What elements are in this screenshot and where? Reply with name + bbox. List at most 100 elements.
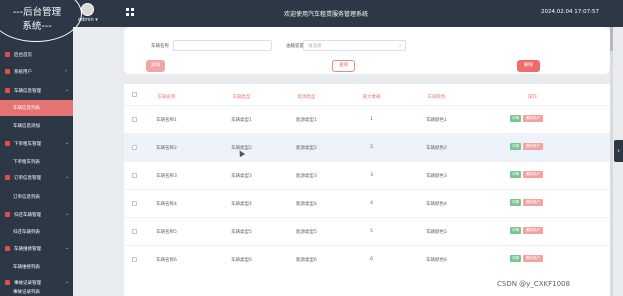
delete-button[interactable]: 删除: [517, 60, 540, 72]
sidebar-item-label: 车辆信息添加: [13, 124, 40, 129]
cell-vehicle-name: 车辆名称5: [156, 230, 177, 235]
cell-max-load: 3: [370, 173, 373, 178]
delete-row-button[interactable]: 删除用户: [523, 143, 543, 150]
sidebar-item-vehicle-info[interactable]: 车辆信息管理 ⌄: [0, 83, 73, 99]
brand-title: ---后台管理 系统---: [4, 6, 70, 34]
cell-vehicle-name: 车辆名称4: [156, 202, 177, 207]
detail-button[interactable]: 详情: [510, 115, 521, 122]
cell-vehicle-type: 车辆类型3: [231, 174, 252, 179]
sidebar-item-repair[interactable]: 车辆维修管理 ⌄: [0, 241, 73, 257]
rental-icon: [5, 141, 10, 146]
vehicle-name-input[interactable]: [173, 40, 272, 51]
user-icon: [5, 69, 10, 74]
alert-icon: [5, 280, 10, 285]
detail-button[interactable]: 详情: [510, 143, 521, 150]
vehicle-name-label: 车辆名称: [151, 44, 169, 49]
delete-row-button[interactable]: 删除用户: [523, 171, 543, 178]
sidebar-item-returns[interactable]: 归还车辆管理 ⌄: [0, 207, 73, 223]
cell-vehicle-color: 车辆颜色3: [426, 174, 447, 179]
cell-max-load: 5: [370, 229, 373, 234]
return-icon: [5, 212, 10, 217]
sidebar-item-label: 车辆信息列表: [13, 106, 40, 111]
detail-button[interactable]: 详情: [510, 255, 521, 262]
cell-energy-type: 能源类型2: [296, 146, 317, 151]
column-header: 最大乘载: [362, 95, 381, 100]
cell-max-load: 2: [370, 145, 373, 150]
sidebar-item-rental[interactable]: 下单租车管理 ⌄: [0, 136, 73, 152]
brand-logo: ---后台管理 系统---: [0, 0, 82, 42]
delete-row-button[interactable]: 删除用户: [523, 255, 543, 262]
fuel-capacity-placeholder: 请选择: [308, 44, 322, 49]
sidebar-item-label: 订单信息列表: [13, 195, 40, 200]
operation-column: 详情 删除用户 详情 删除用户 详情 删除用户 详情 删除用户 详情 删除用户 …: [495, 84, 567, 296]
column-header: 车辆类型: [232, 95, 251, 100]
delete-row-button[interactable]: 删除用户: [523, 227, 543, 234]
column-header: 车辆名称: [157, 95, 176, 100]
cell-vehicle-type: 车辆类型5: [231, 230, 252, 235]
cell-max-load: 4: [370, 201, 373, 206]
detail-button[interactable]: 详情: [510, 171, 521, 178]
sidebar-item-label: 车辆信息管理: [14, 89, 41, 94]
cell-energy-type: 能源类型6: [296, 258, 317, 263]
watermark: CSDN @y_CXKF1008: [497, 280, 570, 288]
cell-max-load: 1: [370, 117, 373, 122]
sidebar-item-order-list[interactable]: 订单信息列表: [0, 189, 73, 205]
chevron-down-icon: ⌄: [65, 140, 70, 146]
sidebar-item-label: 归还车辆管理: [14, 213, 41, 218]
chevron-right-icon[interactable]: ›: [614, 140, 623, 162]
cell-vehicle-type: 车辆类型6: [231, 258, 252, 263]
sidebar-item-label: 事故记录管理: [14, 281, 41, 286]
search-button[interactable]: 查询: [332, 60, 355, 72]
sidebar-item-vehicle-add[interactable]: 车辆信息添加: [0, 118, 73, 134]
detail-button[interactable]: 详情: [510, 227, 521, 234]
column-header: 车辆颜色: [427, 95, 446, 100]
sidebar-item-label: 后台首页: [14, 53, 32, 58]
sidebar-item-repair-list[interactable]: 车辆维修列表: [0, 259, 73, 275]
fuel-capacity-label: 油箱容量: [286, 44, 304, 49]
sidebar-item-home[interactable]: 后台首页: [0, 47, 73, 63]
cell-energy-type: 能源类型3: [296, 174, 317, 179]
sidebar-item-label: 下单租车列表: [13, 160, 40, 165]
sidebar: 后台首页 系统用户 › 车辆信息管理 ⌄ 车辆信息列表 车辆信息添加 下单租车管…: [0, 27, 73, 296]
fuel-capacity-select[interactable]: 请选择: [303, 40, 406, 51]
vehicle-table: 车辆名称 车辆类型 能源类型 最大乘载 车辆颜色 操作 车辆名称1 车辆类型1 …: [124, 84, 610, 296]
sidebar-item-label: 车辆维修管理: [14, 247, 41, 252]
sidebar-item-rental-list[interactable]: 下单租车列表: [0, 154, 73, 170]
cell-vehicle-type: 车辆类型4: [231, 202, 252, 207]
cell-vehicle-name: 车辆名称2: [156, 146, 177, 151]
cell-vehicle-color: 车辆颜色4: [426, 202, 447, 207]
delete-row-button[interactable]: 删除用户: [523, 115, 543, 122]
search-panel: 车辆名称 油箱容量 请选择 ⌄ 添加 查询 删除: [124, 27, 610, 74]
add-button[interactable]: 添加: [146, 60, 165, 72]
cell-vehicle-color: 车辆颜色6: [426, 258, 447, 263]
sidebar-item-return-list[interactable]: 归还车辆列表: [0, 224, 73, 240]
cell-energy-type: 能源类型4: [296, 202, 317, 207]
sidebar-item-orders[interactable]: 订单信息管理 ⌄: [0, 170, 73, 186]
sidebar-item-vehicle-list[interactable]: 车辆信息列表: [0, 100, 73, 116]
scrollbar[interactable]: [610, 27, 613, 296]
cell-vehicle-name: 车辆名称1: [156, 118, 177, 123]
avatar[interactable]: [81, 3, 94, 16]
datetime: 2024.02.04 17:07:57: [541, 9, 599, 15]
detail-button[interactable]: 详情: [510, 199, 521, 206]
cell-energy-type: 能源类型1: [296, 118, 317, 123]
delete-row-button[interactable]: 删除用户: [523, 199, 543, 206]
grid-menu-icon[interactable]: [126, 8, 134, 16]
brand-title-line1: ---后台管理: [12, 7, 62, 18]
column-header: 能源类型: [297, 95, 316, 100]
cell-vehicle-name: 车辆名称3: [156, 174, 177, 179]
sidebar-item-accident-list[interactable]: 事故记录列表: [0, 289, 73, 296]
sidebar-item-users[interactable]: 系统用户 ›: [0, 64, 73, 80]
cell-max-load: 6: [370, 257, 373, 262]
chevron-down-icon: ⌄: [65, 174, 70, 180]
chevron-down-icon: ⌄: [65, 245, 70, 251]
chevron-down-icon: ⌄: [398, 42, 403, 48]
chevron-right-icon: ›: [65, 68, 67, 74]
system-title: 欢迎使用汽车租赁服务管理系统: [284, 11, 369, 18]
sidebar-item-label: 事故记录列表: [13, 290, 40, 295]
top-bar: admin ▾ 欢迎使用汽车租赁服务管理系统 2024.02.04 17:07:…: [0, 0, 623, 27]
home-icon: [5, 52, 10, 57]
cell-vehicle-name: 车辆名称6: [156, 258, 177, 263]
scrollbar-thumb[interactable]: [610, 27, 613, 51]
chevron-down-icon: ⌄: [65, 211, 70, 217]
